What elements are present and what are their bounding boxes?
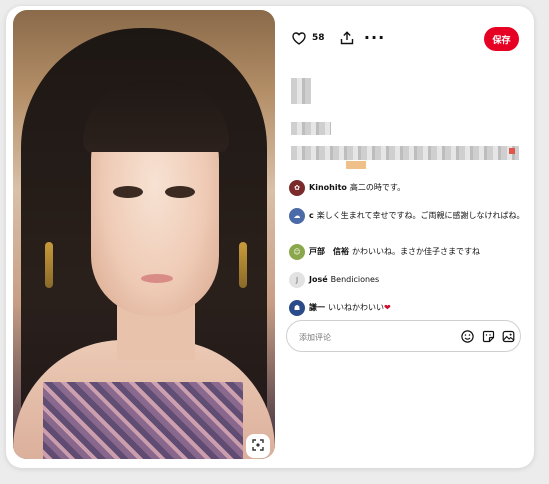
avatar[interactable]: ☁	[289, 208, 305, 224]
more-dots-icon: ···	[363, 28, 386, 47]
clothing-shape	[43, 382, 243, 459]
emoji-button[interactable]	[460, 329, 474, 343]
comment-author[interactable]: 戸部 信裕	[309, 247, 349, 256]
right-earring-shape	[239, 242, 247, 288]
redacted-tag	[346, 161, 366, 169]
comment-text-block: c 楽しく生まれて幸せですね。ご両親に感謝しなければね。	[309, 209, 525, 222]
left-earring-shape	[45, 242, 53, 288]
save-button[interactable]: 保存	[484, 27, 519, 51]
comment-body: 高二の時です。	[349, 183, 406, 192]
comment-body: 楽しく生まれて幸せですね。ご両親に感謝しなければね。	[316, 211, 525, 220]
like-count: 58	[312, 33, 325, 43]
comment-text-block: Kinohito 高二の時です。	[309, 181, 405, 194]
pin-actions: 58 ···	[289, 26, 385, 50]
more-options-button[interactable]: ···	[363, 28, 386, 48]
visual-search-icon	[252, 438, 264, 454]
avatar[interactable]: J	[289, 272, 305, 288]
comment-item: ☗ 謙一 いいねかわいい❤	[289, 300, 525, 316]
comment-body: かわいいね。まさか佳子さまですね	[352, 247, 480, 256]
comment-text-block: 謙一 いいねかわいい❤	[309, 301, 391, 314]
share-upload-icon	[340, 31, 353, 45]
image-upload-button[interactable]	[501, 329, 515, 343]
like-button[interactable]	[289, 28, 309, 48]
redacted-description	[291, 146, 519, 160]
pin-image[interactable]	[13, 10, 275, 459]
sticker-button[interactable]	[481, 329, 495, 343]
comment-input-box	[286, 320, 521, 352]
comment-author[interactable]: c	[309, 211, 314, 220]
pin-card: 58 ··· 保存 ✿ Kinohito 高二の時です。 ☁ c 楽しく生まれて幸せ…	[6, 6, 534, 468]
visual-search-button[interactable]	[246, 434, 270, 458]
sticker-icon	[482, 330, 494, 342]
avatar[interactable]: ☺	[289, 244, 305, 260]
comment-author[interactable]: José	[309, 275, 328, 284]
avatar-letter: J	[295, 276, 299, 284]
comment-item: ☺ 戸部 信裕 かわいいね。まさか佳子さまですね	[289, 244, 525, 260]
left-eye-shape	[113, 186, 143, 198]
comment-item: ✿ Kinohito 高二の時です。	[289, 180, 525, 196]
lips-shape	[141, 274, 173, 283]
comment-item: J José Bendiciones	[289, 272, 525, 288]
redacted-subtitle	[291, 122, 331, 135]
comment-author[interactable]: Kinohito	[309, 183, 347, 192]
image-icon	[502, 330, 514, 342]
comment-item: ☁ c 楽しく生まれて幸せですね。ご両親に感謝しなければね。	[289, 208, 525, 224]
right-eye-shape	[165, 186, 195, 198]
redacted-title	[291, 78, 311, 104]
comment-text-block: José Bendiciones	[309, 273, 379, 286]
avatar[interactable]: ✿	[289, 180, 305, 196]
comment-author[interactable]: 謙一	[309, 303, 325, 312]
avatar[interactable]: ☗	[289, 300, 305, 316]
comment-body: Bendiciones	[330, 275, 380, 284]
share-button[interactable]	[337, 28, 357, 48]
emoji-icon	[460, 329, 474, 343]
comment-text-block: 戸部 信裕 かわいいね。まさか佳子さまですね	[309, 245, 480, 258]
heart-emoji-icon: ❤	[384, 303, 391, 312]
heart-outline-icon	[292, 31, 306, 45]
comment-body: いいねかわいい	[328, 303, 384, 312]
comment-input[interactable]	[297, 328, 451, 346]
